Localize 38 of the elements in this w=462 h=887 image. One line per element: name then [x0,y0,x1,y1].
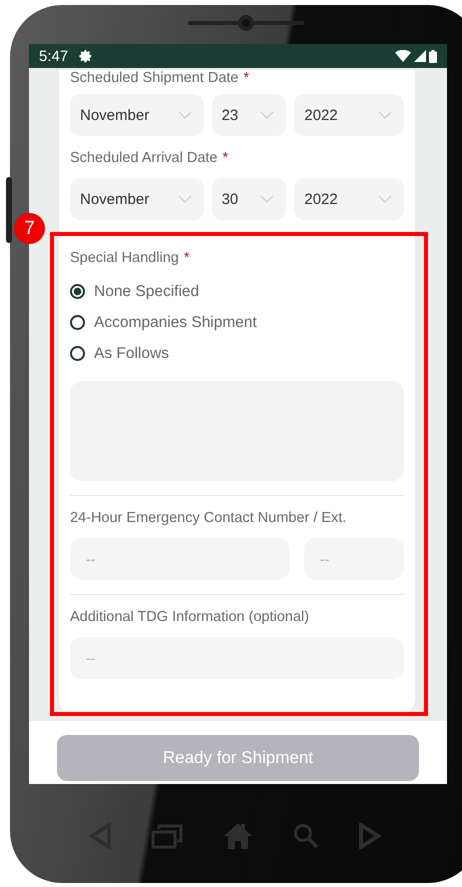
field-label-text: Scheduled Arrival Date [70,150,218,166]
radio-button[interactable] [70,284,85,299]
field-label: 24-Hour Emergency Contact Number / Ext. [70,510,348,526]
month-dropdown[interactable]: November [70,94,204,136]
day-dropdown[interactable]: 30 [212,178,286,220]
chevron-down-icon [260,195,274,203]
phone-number-field[interactable]: -- [70,538,290,580]
radio-label[interactable]: Accompanies Shipment [94,314,257,332]
battery-icon [429,50,437,62]
settings-icon [79,49,94,63]
radio-button[interactable] [70,346,85,361]
search-icon[interactable] [293,823,319,849]
signal-icon [414,50,426,62]
field-label-text: Special Handling [70,250,179,266]
month-dropdown[interactable]: November [70,178,204,220]
field-label: Additional TDG Information (optional) [70,609,310,625]
required-mark: * [243,70,250,86]
wifi-icon [395,50,411,62]
radio-label[interactable]: None Specified [94,282,200,300]
extension-field[interactable]: -- [304,538,404,580]
chevron-down-icon [378,111,392,119]
chevron-down-icon [178,111,192,119]
field-label-text: Scheduled Shipment Date [70,70,238,86]
input-field[interactable]: -- [70,637,404,679]
radio-button[interactable] [70,315,85,330]
year-dropdown[interactable]: 2022 [294,94,404,136]
forward-icon[interactable] [359,823,381,849]
chevron-down-icon [178,195,192,203]
recent-apps-icon[interactable] [151,823,183,849]
chevron-down-icon [260,111,274,119]
radio-label[interactable]: As Follows [94,344,169,362]
required-mark: * [184,250,190,266]
chevron-down-icon [378,195,392,203]
required-mark: * [222,150,228,166]
day-dropdown[interactable]: 23 [212,94,286,136]
home-icon[interactable] [223,822,253,850]
year-dropdown[interactable]: 2022 [294,178,404,220]
status-time: 5:47 [39,48,68,64]
